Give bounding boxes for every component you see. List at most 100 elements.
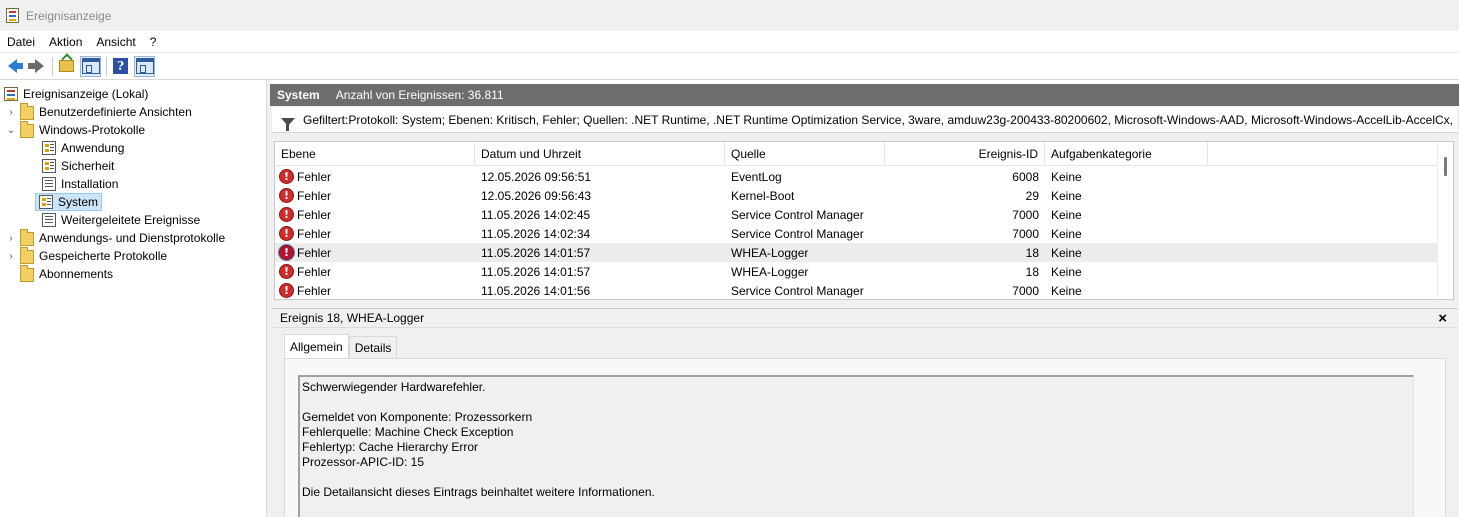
events-table: Ebene Datum und Uhrzeit Quelle Ereignis-… [274, 141, 1454, 300]
cell-source: Service Control Manager [731, 207, 864, 222]
expand-chevron-icon[interactable]: › [6, 107, 16, 118]
back-button[interactable] [2, 56, 23, 77]
menu-bar: Datei Aktion Ansicht ? [0, 31, 1459, 53]
tree-item-installation[interactable]: Installation [42, 175, 118, 193]
subscriptions-icon [20, 265, 34, 282]
cell-category: Keine [1051, 169, 1082, 184]
log-icon [39, 195, 53, 209]
tree-item-subscriptions[interactable]: Abonnements [20, 265, 113, 283]
event-message-box[interactable]: Schwerwiegender Hardwarefehler. Gemeldet… [298, 375, 1414, 517]
tree-item-saved-logs[interactable]: › Gespeicherte Protokolle [6, 247, 167, 265]
column-header-event-id[interactable]: Ereignis-ID [885, 142, 1045, 166]
expand-chevron-icon[interactable]: › [6, 233, 16, 244]
error-icon: ! [279, 283, 294, 298]
tree-item-anwendung[interactable]: Anwendung [42, 139, 124, 157]
tree-item-root[interactable]: Ereignisanzeige (Lokal) [4, 85, 148, 103]
cell-event-id: 7000 [1012, 207, 1039, 222]
tree-item-label: Benutzerdefinierte Ansichten [39, 105, 192, 119]
help-button[interactable]: ? [110, 56, 131, 77]
cell-category: Keine [1051, 188, 1082, 203]
cell-category: Keine [1045, 243, 1208, 262]
cell-level: Fehler [297, 283, 332, 298]
collapse-chevron-icon[interactable]: ⌄ [6, 125, 16, 136]
action-pane-icon [135, 58, 154, 74]
table-row[interactable]: ! Fehler 11.05.2026 14:01:57 WHEA-Logger … [275, 262, 1439, 281]
menu-aktion[interactable]: Aktion [42, 35, 89, 49]
tree-item-windows-logs[interactable]: ⌄ Windows-Protokolle [6, 121, 145, 139]
cell-datetime: 11.05.2026 14:01:56 [481, 283, 591, 298]
column-header-level[interactable]: Ebene [275, 142, 475, 166]
scrollbar-thumb[interactable] [1444, 157, 1447, 176]
tree-item-label: Gespeicherte Protokolle [39, 249, 168, 263]
event-viewer-app-icon [6, 8, 19, 23]
column-header-datetime[interactable]: Datum und Uhrzeit [475, 142, 725, 166]
help-icon: ? [113, 58, 128, 74]
tree-item-label: Abonnements [39, 267, 114, 281]
toolbar-separator [52, 56, 53, 76]
cell-source: Kernel-Boot [731, 188, 795, 203]
table-vertical-scrollbar[interactable] [1437, 142, 1453, 299]
cell-level: Fehler [297, 245, 332, 260]
cell-source: Service Control Manager [731, 283, 864, 298]
cell-level: Fehler [297, 169, 332, 184]
cell-category: Keine [1051, 226, 1082, 241]
filter-description: Gefiltert:Protokoll: System; Ebenen: Kri… [303, 112, 1453, 127]
tree-item-app-service-logs[interactable]: › Anwendungs- und Dienstprotokolle [6, 229, 225, 247]
tree-item-sicherheit[interactable]: Sicherheit [42, 157, 114, 175]
table-row[interactable]: ! Fehler 12.05.2026 09:56:51 EventLog 600… [275, 167, 1439, 186]
tree-item-label: Weitergeleitete Ereignisse [61, 213, 201, 227]
folder-icon [20, 229, 34, 246]
selected-highlight: System [35, 193, 103, 211]
tree-item-label: Sicherheit [61, 159, 115, 173]
event-count: Anzahl von Ereignissen: 36.811 [335, 88, 504, 102]
folder-icon [20, 247, 34, 264]
show-hide-action-pane-button[interactable] [134, 55, 155, 77]
cell-event-id: 7000 [1012, 226, 1039, 241]
filter-funnel-icon [281, 117, 295, 131]
main-panel: System Anzahl von Ereignissen: 36.811 Ge… [270, 84, 1459, 517]
table-row-selected[interactable]: ! Fehler 11.05.2026 14:01:57 WHEA-Logger … [275, 243, 1439, 262]
show-hide-tree-icon [81, 58, 100, 74]
menu-datei[interactable]: Datei [0, 35, 42, 49]
cell-source: WHEA-Logger [731, 264, 809, 279]
column-header-source[interactable]: Quelle [725, 142, 885, 166]
forward-button[interactable] [26, 56, 47, 77]
menu-ansicht[interactable]: Ansicht [89, 35, 142, 49]
cell-category: Keine [1051, 264, 1082, 279]
expand-chevron-icon[interactable]: › [6, 251, 16, 262]
tab-details[interactable]: Details [348, 336, 398, 358]
event-detail-body: Allgemein Details Schwerwiegender Hardwa… [272, 329, 1457, 517]
cell-event-id: 29 [1025, 188, 1039, 203]
navigation-tree: Ereignisanzeige (Lokal) › Benutzerdefini… [0, 84, 266, 517]
table-header: Ebene Datum und Uhrzeit Quelle Ereignis-… [275, 142, 1453, 166]
close-icon[interactable]: × [1438, 310, 1447, 327]
table-row[interactable]: ! Fehler 12.05.2026 09:56:43 Kernel-Boot … [275, 186, 1439, 205]
message-line: Gemeldet von Komponente: Prozessorkern [302, 410, 533, 424]
tree-item-forwarded-events[interactable]: Weitergeleitete Ereignisse [42, 211, 200, 229]
log-icon [42, 177, 56, 191]
cell-category: Keine [1051, 283, 1082, 298]
cell-level: Fehler [297, 207, 332, 222]
toolbar-separator [106, 56, 107, 76]
cell-datetime: 12.05.2026 09:56:51 [481, 169, 592, 184]
show-hide-tree-button[interactable] [80, 55, 101, 77]
table-row[interactable]: ! Fehler 11.05.2026 14:01:56 Service Cont… [275, 281, 1439, 299]
folder-icon [20, 121, 34, 138]
tree-item-label: Ereignisanzeige (Lokal) [23, 87, 149, 101]
table-row[interactable]: ! Fehler 11.05.2026 14:02:34 Service Cont… [275, 224, 1439, 243]
tab-panel-general: Schwerwiegender Hardwarefehler. Gemeldet… [284, 358, 1446, 517]
menu-help[interactable]: ? [143, 35, 164, 49]
tab-allgemein[interactable]: Allgemein [284, 334, 349, 358]
tree-item-system[interactable]: System [35, 193, 103, 211]
cell-datetime: 11.05.2026 14:01:57 [481, 264, 591, 279]
cell-event-id: 6008 [1012, 169, 1039, 184]
error-icon: ! [279, 207, 294, 222]
column-header-category[interactable]: Aufgabenkategorie [1045, 142, 1208, 166]
up-one-level-button[interactable] [56, 56, 77, 77]
tree-item-custom-views[interactable]: › Benutzerdefinierte Ansichten [6, 103, 192, 121]
table-row[interactable]: ! Fehler 11.05.2026 14:02:45 Service Cont… [275, 205, 1439, 224]
event-viewer-icon [4, 87, 18, 101]
error-icon: ! [279, 169, 294, 184]
toolbar: ? [0, 53, 1459, 80]
